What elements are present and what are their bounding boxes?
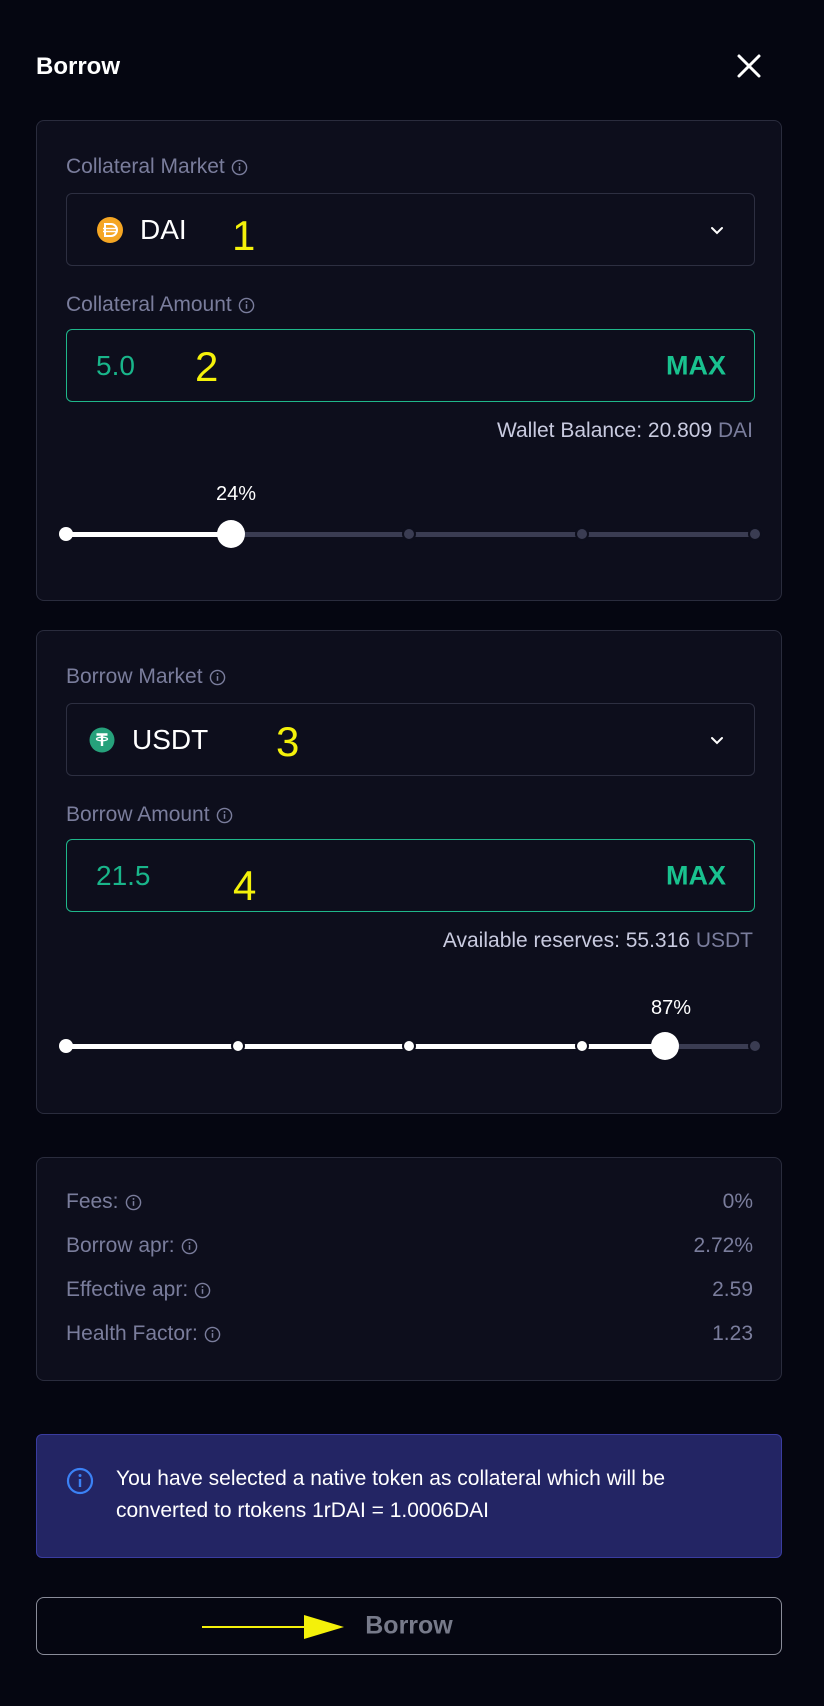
borrow-amount-value[interactable]: 21.5 — [96, 860, 151, 892]
slider-step-dot[interactable] — [231, 1039, 245, 1053]
info-icon[interactable] — [125, 1194, 142, 1211]
borrow-button[interactable]: Borrow — [36, 1597, 782, 1655]
collateral-token-name: DAI — [140, 213, 187, 245]
info-icon[interactable] — [204, 1326, 221, 1343]
annotation-number: 1 — [232, 212, 256, 259]
collateral-card: Collateral Market DAI Collateral Amount … — [36, 120, 782, 601]
collateral-max-button[interactable]: MAX — [666, 350, 726, 381]
stat-value: 0% — [722, 1190, 753, 1213]
slider-step-dot[interactable] — [402, 1039, 416, 1053]
collateral-amount-value[interactable]: 5.0 — [96, 350, 135, 382]
slider-step-dot[interactable] — [748, 1039, 762, 1053]
available-reserves: Available reserves: 55.316 USDT — [442, 929, 753, 952]
slider-fill — [66, 532, 231, 537]
borrow-button-label: Borrow — [365, 1611, 453, 1640]
stats-card: Fees: 0% Borrow apr: 2.72% Effective apr… — [36, 1157, 782, 1381]
wallet-balance: Wallet Balance: 20.809 DAI — [496, 419, 753, 442]
slider-step-dot[interactable] — [575, 1039, 589, 1053]
dai-token-icon — [97, 216, 123, 243]
borrow-slider-percent: 87% — [651, 997, 692, 1019]
borrow-amount-label: Borrow Amount — [66, 803, 233, 827]
slider-step-dot[interactable] — [59, 1039, 73, 1053]
collateral-notice: You have selected a native token as coll… — [36, 1434, 782, 1558]
info-icon[interactable] — [216, 807, 233, 824]
borrow-max-button[interactable]: MAX — [666, 860, 726, 891]
annotation-number: 4 — [233, 862, 257, 909]
borrow-slider-thumb[interactable] — [651, 1032, 679, 1060]
borrow-amount-input[interactable]: 21.5 MAX — [66, 839, 755, 912]
collateral-slider[interactable] — [59, 514, 762, 554]
close-icon[interactable] — [733, 50, 765, 82]
slider-step-dot[interactable] — [59, 527, 73, 541]
stat-row-borrow-apr: Borrow apr: 2.72% — [66, 1234, 753, 1257]
collateral-market-label: Collateral Market — [66, 155, 248, 179]
stat-row-effective-apr: Effective apr: 2.59 — [66, 1278, 753, 1301]
info-icon[interactable] — [209, 669, 226, 686]
borrow-market-select[interactable]: USDT — [66, 703, 755, 776]
slider-step-dot[interactable] — [748, 527, 762, 541]
annotation-number: 2 — [195, 343, 219, 390]
chevron-down-icon — [711, 226, 723, 234]
stat-value: 1.23 — [712, 1322, 753, 1345]
annotation-arrow-icon — [202, 1615, 344, 1639]
borrow-slider[interactable] — [59, 1026, 762, 1066]
borrow-token-name: USDT — [132, 723, 209, 755]
collateral-market-select[interactable]: DAI — [66, 193, 755, 266]
usdt-token-icon — [89, 727, 115, 752]
info-icon[interactable] — [194, 1282, 211, 1299]
info-icon[interactable] — [181, 1238, 198, 1255]
stat-value: 2.72% — [693, 1234, 753, 1257]
slider-step-dot[interactable] — [575, 527, 589, 541]
modal-title: Borrow — [36, 53, 120, 80]
notice-text: You have selected a native token as coll… — [116, 1467, 666, 1522]
stat-row-health-factor: Health Factor: 1.23 — [66, 1322, 753, 1345]
info-icon — [66, 1467, 94, 1495]
slider-step-dot[interactable] — [402, 527, 416, 541]
stat-row-fees: Fees: 0% — [66, 1190, 753, 1213]
collateral-amount-label: Collateral Amount — [66, 293, 255, 317]
borrow-market-label: Borrow Market — [66, 665, 226, 689]
collateral-amount-input[interactable]: 5.0 MAX — [66, 329, 755, 402]
annotation-number: 3 — [276, 718, 300, 765]
collateral-slider-thumb[interactable] — [217, 520, 245, 548]
chevron-down-icon — [711, 736, 723, 744]
info-icon[interactable] — [238, 297, 255, 314]
stat-value: 2.59 — [712, 1278, 753, 1301]
info-icon[interactable] — [231, 159, 248, 176]
collateral-slider-percent: 24% — [216, 483, 257, 505]
borrow-card: Borrow Market USDT Borrow Amount 21.5 MA… — [36, 630, 782, 1114]
